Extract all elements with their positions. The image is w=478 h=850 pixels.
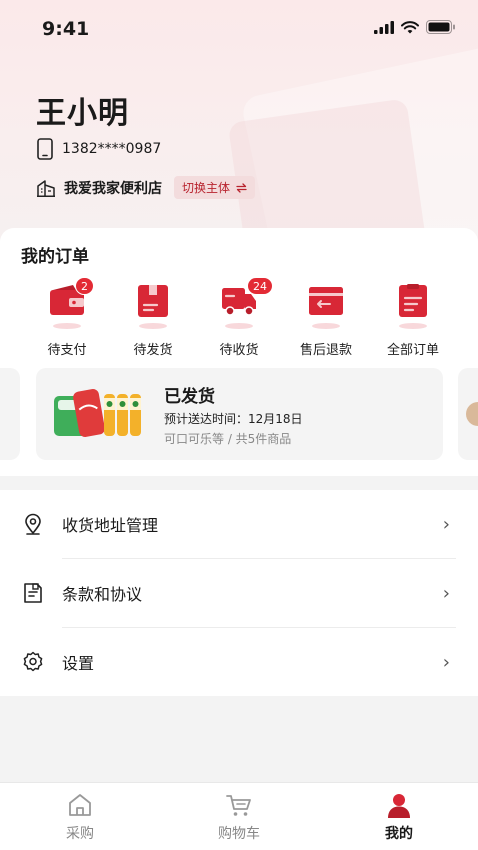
menu-list: 收货地址管理 › 条款和协议 › 设置 › [0, 490, 478, 696]
cart-icon [226, 795, 251, 816]
chevron-right-icon: › [442, 651, 450, 673]
phone-number: 1382****0987 [62, 141, 162, 157]
order-label: 待发货 [133, 343, 173, 358]
chevron-right-icon: › [442, 582, 450, 604]
signal-icon [374, 20, 394, 34]
status-bar: 9:41 [0, 0, 478, 60]
refund-icon [309, 287, 343, 315]
chevron-right-icon: › [442, 513, 450, 535]
menu-item-label: 条款和协议 [62, 585, 143, 604]
order-label: 售后退款 [299, 343, 352, 358]
orders-title: 我的订单 [21, 247, 89, 267]
tab-label: 采购 [66, 826, 94, 842]
order-badge: 24 [247, 277, 273, 295]
product-image [54, 389, 141, 437]
order-pending-receipt[interactable]: 24 待收货 [199, 277, 279, 358]
status-time: 9:41 [42, 18, 90, 40]
menu-item-address[interactable]: 收货地址管理 › [0, 490, 478, 558]
order-label: 待收货 [219, 343, 259, 358]
order-pending-shipment[interactable]: 待发货 [113, 278, 193, 358]
store-row: 我爱我家便利店 切换主体 [36, 176, 256, 199]
user-name: 王小明 [36, 96, 129, 131]
building-icon [37, 179, 55, 197]
header-decoration [227, 98, 429, 240]
shipment-card-previous[interactable] [0, 368, 20, 460]
switch-entity-button[interactable]: 切换主体 [174, 176, 256, 199]
order-label: 全部订单 [386, 343, 439, 358]
status-icons [374, 20, 456, 34]
product-thumbnail [466, 402, 478, 426]
shipment-card-next[interactable] [458, 368, 478, 460]
document-icon [24, 583, 42, 603]
home-icon [69, 794, 91, 816]
gear-icon [23, 651, 43, 672]
battery-icon [426, 20, 455, 34]
order-all[interactable]: 全部订单 [373, 278, 453, 358]
store-name: 我爱我家便利店 [64, 180, 162, 197]
order-badge: 2 [75, 277, 94, 295]
menu-item-label: 设置 [62, 654, 95, 673]
shipment-carousel[interactable]: 已发货 预计送达时间：12月18日 可口可乐等 / 共5件商品 [0, 368, 478, 460]
shipment-status: 已发货 [164, 387, 215, 407]
tab-purchase[interactable]: 采购 [30, 791, 130, 843]
tab-cart[interactable]: 购物车 [189, 791, 289, 843]
phone-row: 1382****0987 [36, 138, 161, 160]
order-pending-payment[interactable]: 2 待支付 [27, 277, 107, 358]
menu-item-terms[interactable]: 条款和协议 › [0, 559, 478, 627]
tab-mine[interactable]: 我的 [349, 791, 449, 843]
orders-list-icon [399, 284, 427, 317]
menu-item-label: 收货地址管理 [62, 516, 159, 535]
wifi-icon [401, 20, 419, 33]
tab-label: 购物车 [218, 826, 260, 842]
location-pin-icon [25, 513, 41, 535]
tab-label: 我的 [385, 826, 413, 842]
shipment-items: 可口可乐等 / 共5件商品 [164, 432, 292, 446]
user-icon [388, 794, 410, 818]
package-icon [138, 285, 168, 317]
shipment-card[interactable]: 已发货 预计送达时间：12月18日 可口可乐等 / 共5件商品 [36, 368, 443, 460]
phone-icon [37, 138, 53, 160]
order-refund[interactable]: 售后退款 [286, 278, 366, 358]
bottom-tab-bar: 采购 购物车 我的 [0, 782, 478, 850]
order-label: 待支付 [47, 343, 87, 358]
shipment-eta: 预计送达时间：12月18日 [164, 412, 303, 426]
my-orders-card: 我的订单 2 待支付 待发货 24 待收货 售后退款 全部订单 已发货 预计送达… [0, 228, 478, 476]
swap-icon [236, 182, 247, 193]
menu-item-settings[interactable]: 设置 › [0, 628, 478, 696]
switch-entity-label: 切换主体 [182, 181, 231, 195]
